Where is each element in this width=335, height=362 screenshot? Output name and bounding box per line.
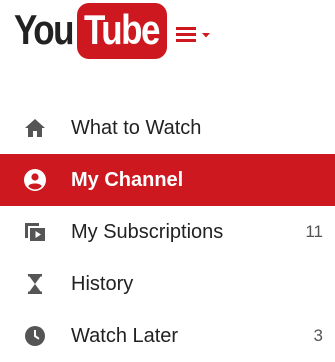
youtube-logo[interactable]: You Tube xyxy=(14,2,168,60)
subscriptions-icon xyxy=(23,220,47,244)
nav-item-label: My Subscriptions xyxy=(71,221,224,243)
nav-item-what-to-watch[interactable]: What to Watch xyxy=(0,102,335,154)
nav-item-my-channel[interactable]: My Channel xyxy=(0,154,335,206)
logo-tube-badge: Tube xyxy=(77,3,168,59)
logo-you-text: You xyxy=(14,7,75,54)
hamburger-menu-icon xyxy=(176,27,210,42)
clock-icon xyxy=(23,324,47,348)
nav-item-my-subscriptions[interactable]: My Subscriptions 11 xyxy=(0,206,335,258)
nav-item-label: Watch Later xyxy=(71,325,179,347)
home-icon xyxy=(23,116,47,140)
header: You Tube xyxy=(0,0,335,80)
user-circle-icon xyxy=(23,168,47,192)
hourglass-icon xyxy=(23,272,47,296)
nav-item-label: History xyxy=(71,273,134,295)
watch-later-count-badge: 3 xyxy=(313,326,323,345)
guide-nav: What to Watch My Channel My Subscription… xyxy=(0,102,335,362)
nav-item-label: What to Watch xyxy=(71,117,202,139)
logo-tube-text: Tube xyxy=(84,7,161,54)
nav-item-label: My Channel xyxy=(71,169,184,191)
nav-item-watch-later[interactable]: Watch Later 3 xyxy=(0,310,335,362)
subscriptions-count-badge: 11 xyxy=(305,222,323,241)
guide-menu-button[interactable] xyxy=(174,22,218,46)
nav-item-history[interactable]: History xyxy=(0,258,335,310)
